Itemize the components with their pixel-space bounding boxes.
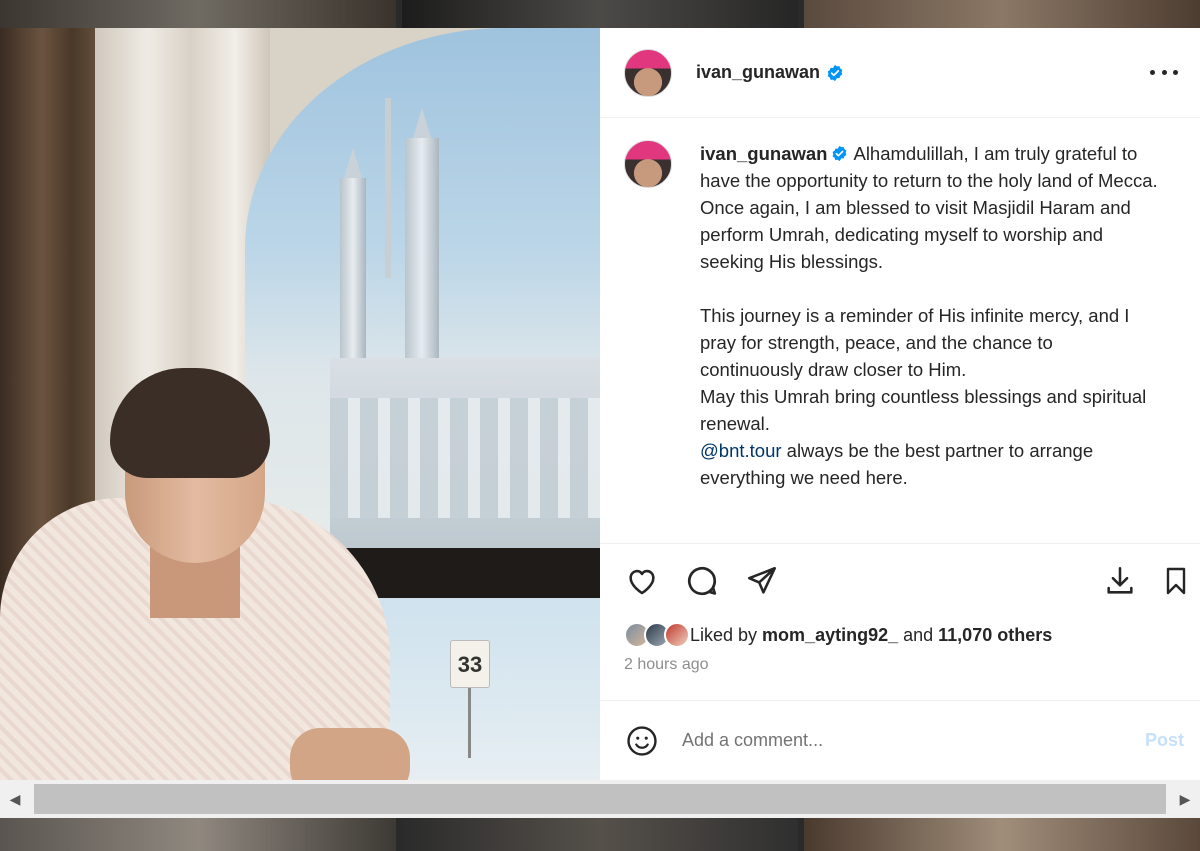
horizontal-scrollbar[interactable]: ◀ ▶: [0, 780, 1200, 818]
background-thumbnail: [0, 0, 396, 28]
header-username-wrap: ivan_gunawan: [696, 62, 844, 83]
post-details-panel: ivan_gunawan ivan_gunawan Alhamdulillah, …: [600, 28, 1200, 780]
caption-username[interactable]: ivan_gunawan: [700, 143, 827, 164]
likes-count-link[interactable]: 11,070 others: [938, 625, 1052, 646]
avatar[interactable]: [624, 140, 672, 188]
emoji-smile-icon[interactable]: [622, 721, 662, 761]
background-thumbnail: [0, 818, 396, 851]
likes-summary: Liked by mom_ayting92_ and 11,070 others: [600, 618, 1200, 652]
header-username[interactable]: ivan_gunawan: [696, 62, 820, 83]
heart-icon[interactable]: [622, 561, 662, 601]
download-icon[interactable]: [1100, 561, 1140, 601]
actions-right: [1100, 561, 1196, 601]
liker-avatars[interactable]: [624, 622, 690, 648]
caption-paragraph-2: This journey is a reminder of His infini…: [700, 305, 1130, 380]
chevron-left-icon[interactable]: ◀: [0, 780, 30, 818]
avatar[interactable]: [624, 48, 672, 97]
photo-clock-tower: [385, 98, 391, 278]
post-header: ivan_gunawan: [600, 28, 1200, 118]
caption-paragraph-3: May this Umrah bring countless blessings…: [700, 386, 1147, 434]
comment-bubble-icon[interactable]: [682, 561, 722, 601]
likes-and: and: [898, 624, 939, 645]
comment-input[interactable]: Add a comment...: [682, 730, 1178, 751]
chevron-right-icon[interactable]: ▶: [1170, 780, 1200, 818]
share-paper-plane-icon[interactable]: [742, 561, 782, 601]
post-caption: ivan_gunawan Alhamdulillah, I am truly gr…: [600, 118, 1200, 544]
background-thumbnail: [402, 0, 798, 28]
liked-by-username[interactable]: mom_ayting92_: [762, 625, 898, 646]
photo-sign-stick: [468, 688, 471, 758]
post-timestamp[interactable]: 2 hours ago: [600, 652, 1200, 688]
verified-badge-icon: [827, 64, 843, 81]
scrollbar-thumb[interactable]: [34, 784, 1166, 814]
photo-minaret: [405, 138, 439, 378]
caption-mention-link[interactable]: @bnt.tour: [700, 440, 782, 461]
bookmark-icon[interactable]: [1156, 561, 1196, 601]
likes-prefix: Liked by: [690, 624, 763, 645]
photo-person-arm: [290, 728, 410, 780]
verified-badge-icon: [833, 145, 847, 162]
post-modal: 33 ivan_gunawan ivan_gunawan Alhamdulill…: [0, 28, 1200, 780]
background-feed-top: [0, 0, 1200, 28]
post-photo: 33: [0, 28, 600, 780]
photo-minaret: [340, 178, 366, 378]
background-thumbnail: [804, 0, 1200, 28]
post-comment-button[interactable]: Post: [1145, 730, 1184, 751]
photo-arcade: [330, 398, 600, 518]
background-thumbnail: [804, 818, 1200, 851]
photo-window-view: [245, 28, 600, 588]
background-thumbnail: [402, 818, 798, 851]
comment-bar: Add a comment... Post: [600, 700, 1200, 780]
photo-table-number: 33: [450, 640, 490, 688]
background-feed-bottom: [0, 818, 1200, 851]
caption-text: ivan_gunawan Alhamdulillah, I am truly gr…: [700, 140, 1160, 543]
more-options-icon[interactable]: [1150, 62, 1178, 82]
caption-paragraph: ivan_gunawan Alhamdulillah, I am truly gr…: [700, 140, 1160, 275]
caption-paragraph: @bnt.tour always be the best partner to …: [700, 437, 1160, 491]
post-actions: [600, 544, 1200, 618]
avatar: [664, 622, 690, 648]
